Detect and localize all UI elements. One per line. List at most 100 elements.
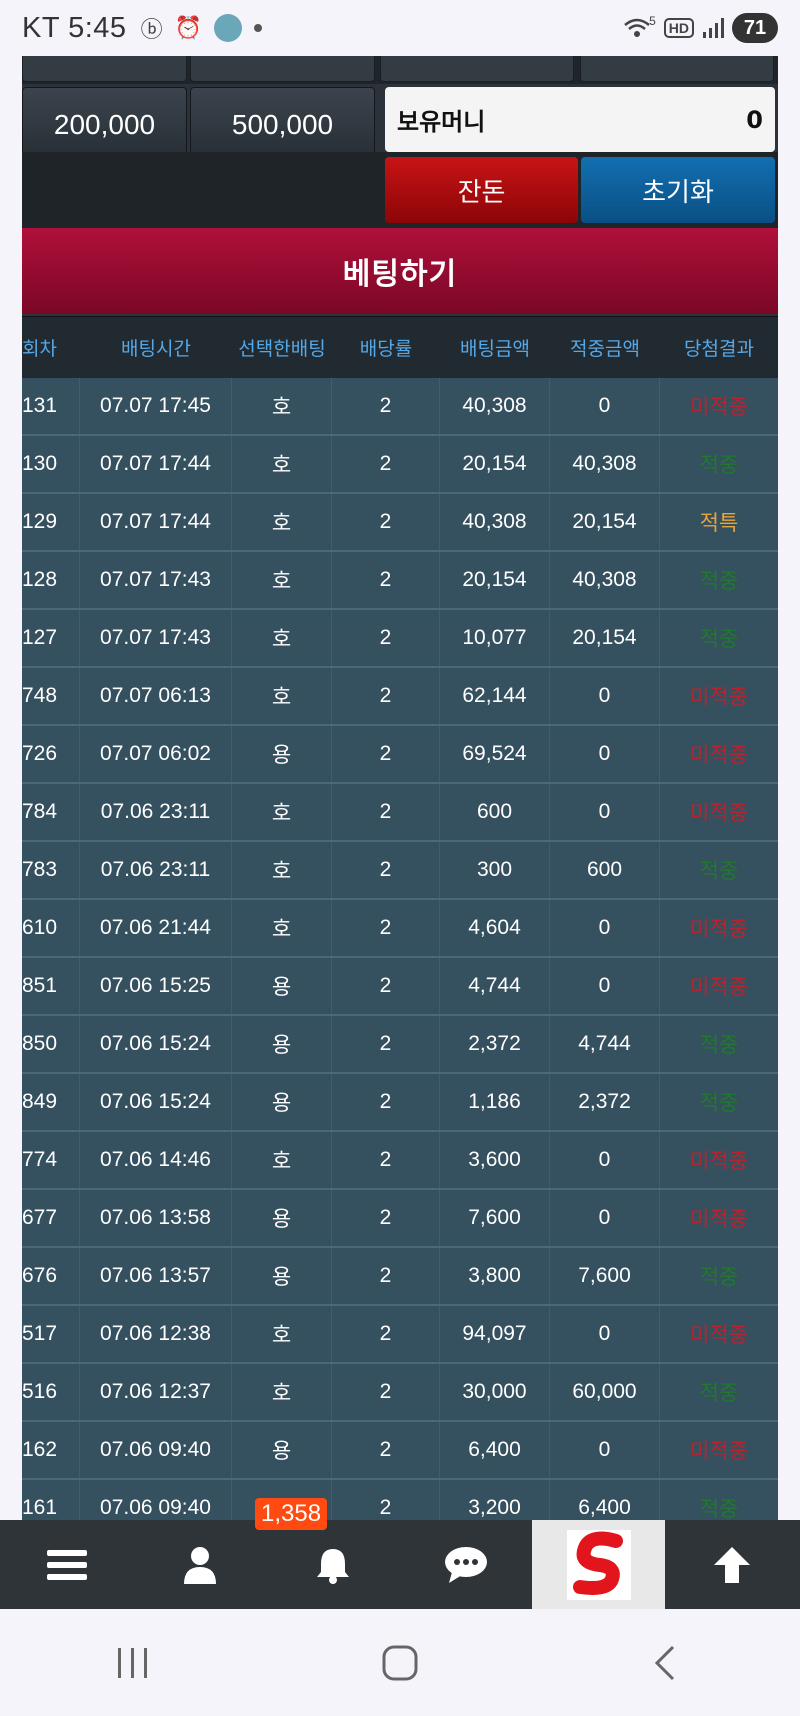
money-label: 보유머니 [397,108,486,136]
cell-pick: 호 [232,436,332,492]
cell-round: 748 [22,668,80,724]
home-icon[interactable] [380,1643,420,1683]
cell-pick: 호 [232,610,332,666]
cell-result: 미적중 [690,396,748,419]
cell-round: 129 [22,494,80,550]
amount-button-cut[interactable] [190,56,375,82]
bell-icon [316,1548,349,1584]
cell-pick: 용 [232,1074,332,1130]
cell-bet-amount: 3,600 [440,1132,550,1188]
amount-row-top [22,56,778,84]
table-row: 127 07.07 17:43 호 2 10,077 20,154 적중 [22,610,778,668]
cell-result: 적특 [699,512,739,535]
amount-button-cut[interactable] [580,56,774,82]
site-logo-button[interactable] [532,1520,665,1609]
cell-win-amount: 0 [550,1306,660,1362]
notifications-button[interactable] [266,1520,399,1609]
back-icon[interactable] [647,1643,687,1683]
cell-bet-amount: 69,524 [440,726,550,782]
hd-label: HD [663,18,694,38]
cell-result: 적중 [699,570,739,593]
cell-pick: 호 [232,378,332,434]
change-button[interactable]: 잔돈 [385,157,578,223]
cell-round: 162 [22,1422,80,1478]
cell-time: 07.07 17:44 [80,436,232,492]
reset-button[interactable]: 초기화 [581,157,775,223]
cell-result: 미적중 [690,918,748,941]
table-header: 회차 배팅시간 선택한배팅 배당률 배팅금액 적중금액 당첨결과 [22,316,778,378]
cell-win-amount: 0 [550,378,660,434]
cell-odds: 2 [332,784,440,840]
cell-win-amount: 60,000 [550,1364,660,1420]
cell-result: 적중 [699,1266,739,1289]
cell-bet-amount: 40,308 [440,494,550,550]
cell-result: 적중 [699,454,739,477]
cell-win-amount: 40,308 [550,552,660,608]
site-logo-icon [566,1529,631,1600]
chat-icon [444,1546,487,1583]
table-row: 726 07.07 06:02 용 2 69,524 0 미적중 [22,726,778,784]
cell-result: 적중 [699,1092,739,1115]
chat-button[interactable] [399,1520,532,1609]
bet-button[interactable]: 베팅하기 [22,228,778,314]
cell-bet-amount: 4,744 [440,958,550,1014]
web-content: 200,000 500,000 보유머니 0 잔돈 초기화 베팅하기 회차 배팅… [22,56,778,1520]
cell-time: 07.07 17:43 [80,610,232,666]
amount-button-cut[interactable] [22,56,187,82]
cell-pick: 용 [232,1422,332,1478]
table-row: 748 07.07 06:13 호 2 62,144 0 미적중 [22,668,778,726]
cell-pick: 용 [232,1190,332,1246]
cell-pick: 호 [232,1364,332,1420]
cell-odds: 2 [332,668,440,724]
table-row: 129 07.07 17:44 호 2 40,308 20,154 적특 [22,494,778,552]
table-row: 851 07.06 15:25 용 2 4,744 0 미적중 [22,958,778,1016]
table-row: 517 07.06 12:38 호 2 94,097 0 미적중 [22,1306,778,1364]
profile-button[interactable] [133,1520,266,1609]
cell-time: 07.06 13:57 [80,1248,232,1304]
header-round: 회차 [22,338,57,360]
header-odds: 배당률 [359,338,413,360]
scroll-top-button[interactable] [665,1520,798,1609]
amount-button-cut[interactable] [380,56,574,82]
cell-odds: 2 [332,1190,440,1246]
cell-round: 726 [22,726,80,782]
cell-bet-amount: 7,600 [440,1190,550,1246]
recent-apps-icon[interactable] [113,1643,153,1683]
cell-win-amount: 0 [550,784,660,840]
cell-win-amount: 7,600 [550,1248,660,1304]
cell-time: 07.06 12:37 [80,1364,232,1420]
cell-bet-amount: 30,000 [440,1364,550,1420]
cell-time: 07.07 06:13 [80,668,232,724]
cell-result: 미적중 [690,744,748,767]
cell-round: 676 [22,1248,80,1304]
menu-button[interactable] [0,1520,133,1609]
cell-bet-amount: 6,400 [440,1422,550,1478]
cell-round: 161 [22,1480,80,1520]
battery-indicator: 71 [732,13,778,43]
cell-result: 미적중 [690,976,748,999]
table-row: 849 07.06 15:24 용 2 1,186 2,372 적중 [22,1074,778,1132]
table-row: 783 07.06 23:11 호 2 300 600 적중 [22,842,778,900]
table-row: 850 07.06 15:24 용 2 2,372 4,744 적중 [22,1016,778,1074]
cell-bet-amount: 10,077 [440,610,550,666]
cell-time: 07.06 14:46 [80,1132,232,1188]
table-row: 516 07.06 12:37 호 2 30,000 60,000 적중 [22,1364,778,1422]
cell-bet-amount: 600 [440,784,550,840]
cell-win-amount: 40,308 [550,436,660,492]
cell-pick: 용 [232,1016,332,1072]
cell-round: 783 [22,842,80,898]
cell-round: 128 [22,552,80,608]
cell-pick: 호 [232,494,332,550]
cell-result: 적중 [699,1382,739,1405]
cell-round: 610 [22,900,80,956]
wifi-icon [624,18,650,37]
arrow-up-icon [713,1546,750,1583]
alarm-icon: ⏰ [174,15,202,40]
cell-odds: 2 [332,1480,440,1520]
cell-odds: 2 [332,842,440,898]
money-display: 보유머니 0 [385,87,775,152]
cell-time: 07.06 12:38 [80,1306,232,1362]
cell-win-amount: 0 [550,1190,660,1246]
cell-time: 07.07 17:44 [80,494,232,550]
cell-odds: 2 [332,1132,440,1188]
